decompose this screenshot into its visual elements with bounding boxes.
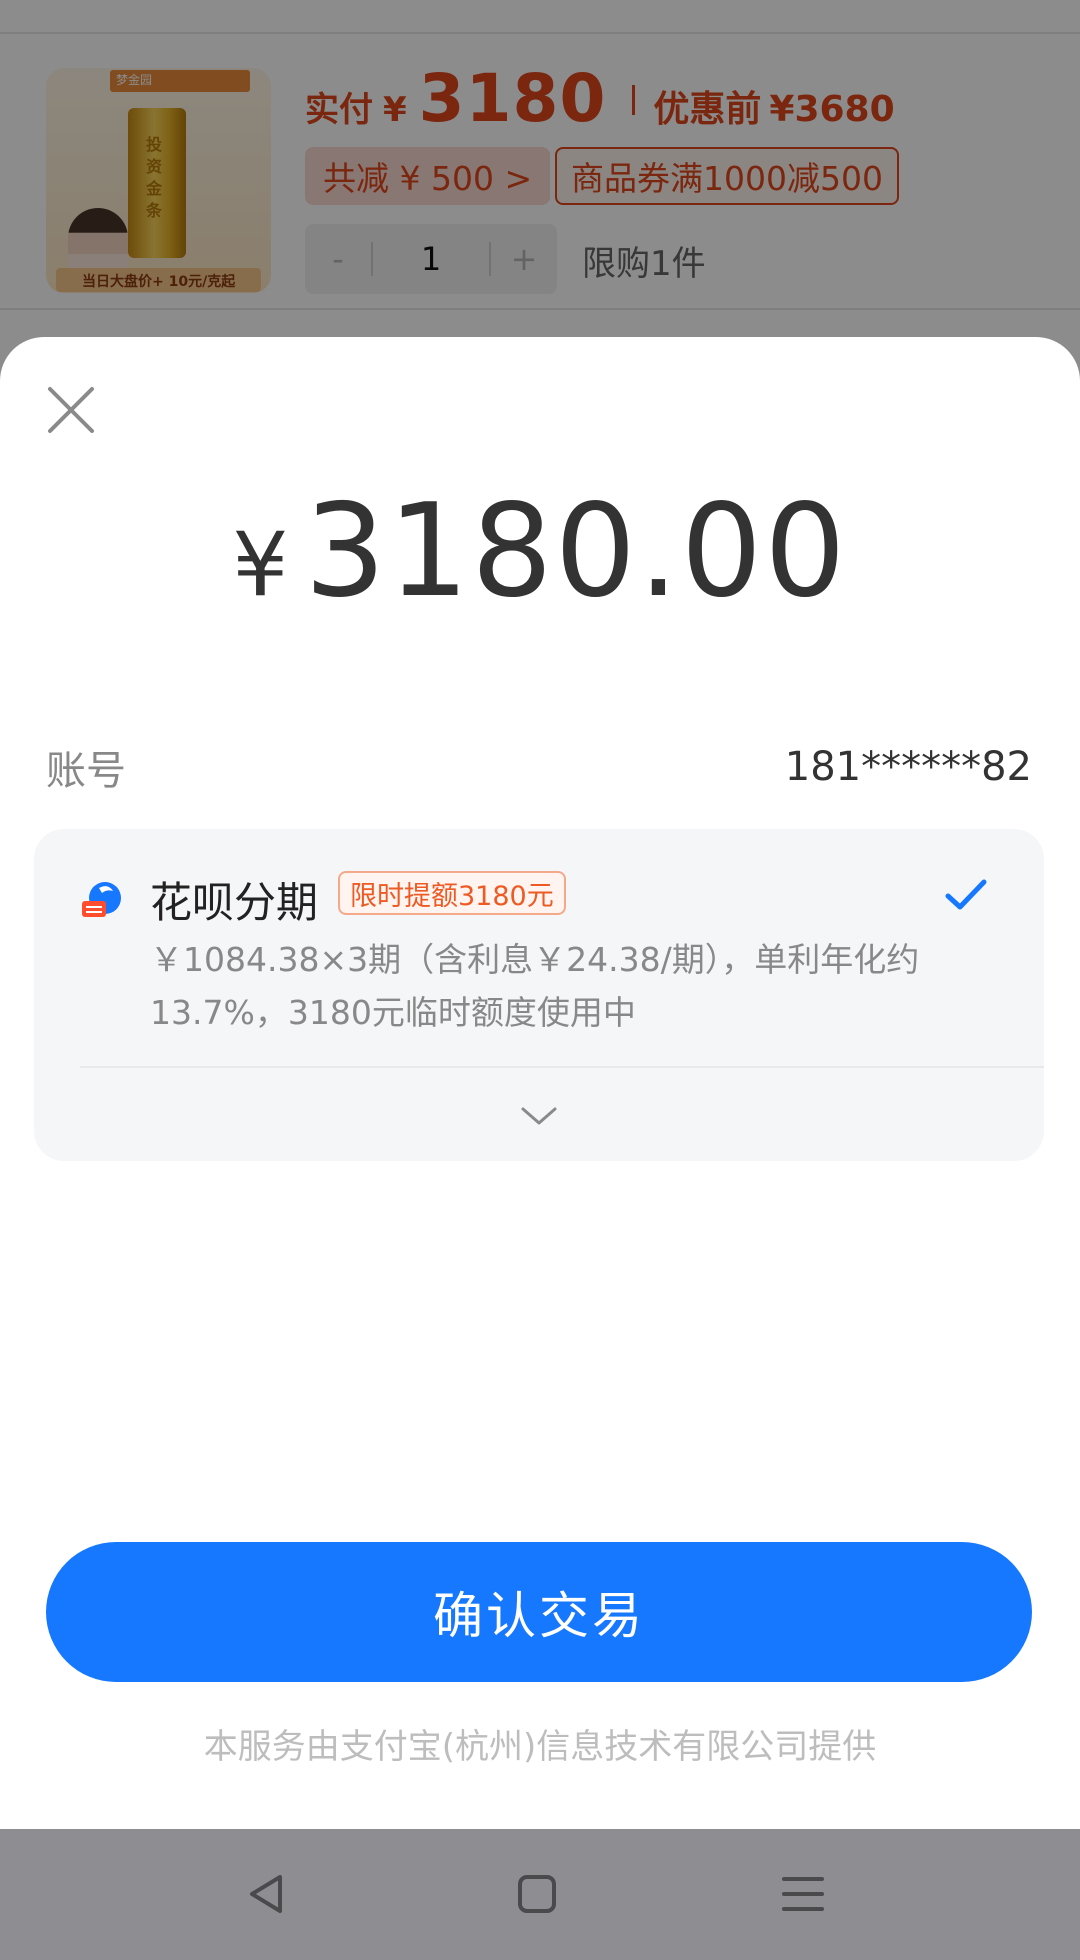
close-button[interactable] bbox=[38, 377, 104, 443]
checkmark-icon bbox=[945, 879, 987, 910]
huabei-icon bbox=[82, 882, 121, 917]
chevron-down-icon[interactable] bbox=[513, 1091, 565, 1143]
system-navigation-bar bbox=[0, 1829, 1080, 1960]
confirm-transaction-button[interactable]: 确认交易 bbox=[46, 1542, 1032, 1682]
account-row: 账号 181******82 bbox=[46, 737, 1032, 797]
service-provider-note: 本服务由支付宝(杭州)信息技术有限公司提供 bbox=[203, 1727, 877, 1767]
nav-back-icon[interactable] bbox=[240, 1867, 294, 1921]
divider bbox=[80, 1066, 1044, 1068]
payment-method-title: 花呗分期 bbox=[150, 878, 319, 927]
account-value: 181******82 bbox=[784, 744, 1032, 790]
amount-currency: ¥ bbox=[232, 513, 289, 616]
payment-sheet: ¥ 3180.00 账号 181******82 花呗分期 限时提额3180元 … bbox=[0, 337, 1080, 1829]
credit-boost-badge: 限时提额3180元 bbox=[338, 871, 566, 915]
account-label: 账号 bbox=[46, 748, 126, 794]
amount-value: 3180.00 bbox=[304, 477, 848, 626]
installment-description: ￥1084.38×3期（含利息￥24.38/期），单利年化约13.7%，3180… bbox=[150, 940, 920, 1032]
screen: 梦金园 投资金条 当日大盘价+ 10元/克起 实付 ¥ 3180 优惠前 ¥36… bbox=[0, 0, 1080, 1960]
nav-menu-icon[interactable] bbox=[776, 1867, 830, 1921]
close-icon bbox=[48, 387, 94, 433]
nav-home-icon[interactable] bbox=[510, 1867, 564, 1921]
payment-method-card[interactable]: 花呗分期 限时提额3180元 ￥1084.38×3期（含利息￥24.38/期），… bbox=[34, 829, 1044, 1161]
payment-amount: ¥ 3180.00 bbox=[0, 477, 1080, 626]
